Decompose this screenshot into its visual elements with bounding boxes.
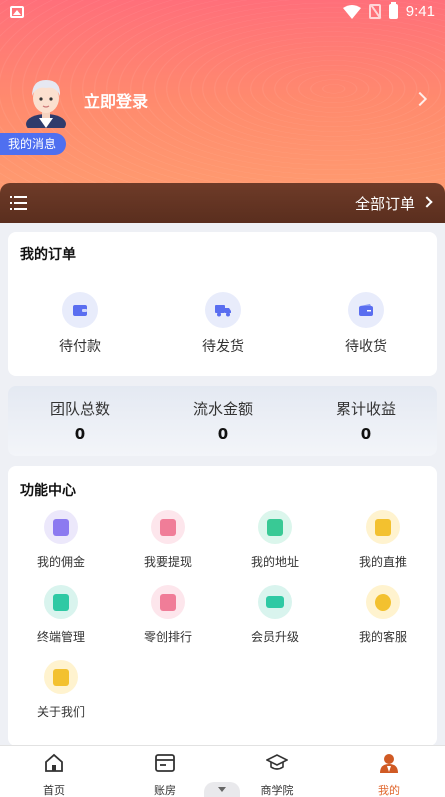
drawer-handle[interactable]: [204, 782, 240, 797]
chevron-right-icon[interactable]: [412, 91, 428, 107]
tab-label: 首页: [43, 784, 65, 797]
withdraw-icon: [160, 518, 176, 536]
func-referral[interactable]: 我的直推: [338, 510, 428, 570]
order-pending-payment[interactable]: 待付款: [40, 292, 120, 356]
func-label: 关于我们: [36, 705, 85, 719]
func-address[interactable]: 我的地址: [230, 510, 320, 570]
tab-label: 我的: [378, 784, 400, 797]
stat-turnover: 流水金额 0: [163, 398, 283, 443]
func-ranking[interactable]: 零创排行: [123, 585, 213, 645]
stat-team-total: 团队总数 0: [20, 398, 140, 443]
terminal-icon: [53, 593, 69, 611]
tab-label: 商学院: [260, 784, 294, 797]
all-orders-link[interactable]: 全部订单: [355, 193, 415, 214]
commission-icon: [53, 518, 69, 536]
func-commission[interactable]: 我的佣金: [16, 510, 106, 570]
stat-value: 0: [217, 425, 229, 443]
stat-label: 流水金额: [192, 400, 253, 418]
battery-icon: [388, 2, 398, 19]
stat-label: 累计收益: [335, 400, 396, 418]
function-center-title: 功能中心: [20, 483, 76, 499]
messages-badge[interactable]: 我的消息: [0, 133, 67, 155]
order-pending-receipt[interactable]: 待收货: [326, 292, 406, 356]
order-item-label: 待付款: [59, 339, 101, 355]
func-terminal[interactable]: 终端管理: [16, 585, 106, 645]
func-withdraw[interactable]: 我要提现: [123, 510, 213, 570]
func-label: 终端管理: [36, 630, 85, 644]
status-bar: 9:41: [0, 0, 445, 26]
order-item-label: 待发货: [202, 339, 244, 355]
tab-academy[interactable]: 商学院: [242, 752, 312, 797]
function-center-card: 功能中心 我的佣金 我要提现 我的地址 我的直推 终端管理 零创排行 会员升级 …: [8, 466, 437, 746]
func-label: 我要提现: [143, 555, 192, 569]
referral-icon: [375, 518, 391, 536]
card-icon: [266, 596, 284, 608]
func-label: 我的直推: [358, 555, 407, 569]
home-icon: [45, 753, 63, 772]
truck-icon: [215, 305, 231, 317]
func-upgrade[interactable]: 会员升级: [230, 585, 320, 645]
user-icon: [380, 754, 398, 773]
ledger-icon: [155, 754, 175, 772]
func-label: 零创排行: [143, 630, 192, 644]
my-orders-card: 我的订单 待付款 待发货 待收货: [8, 232, 437, 376]
image-notification-icon: [10, 6, 24, 18]
stat-label: 团队总数: [49, 400, 110, 418]
func-service[interactable]: 我的客服: [338, 585, 428, 645]
service-icon: [375, 593, 391, 611]
status-time: 9:41: [405, 3, 435, 20]
about-icon: [53, 668, 69, 686]
avatar[interactable]: [22, 74, 70, 128]
stats-card: 团队总数 0 流水金额 0 累计收益 0: [8, 386, 437, 456]
order-item-label: 待收货: [345, 339, 387, 355]
wallet-icon: [73, 305, 87, 316]
login-link[interactable]: 立即登录: [84, 88, 148, 112]
tab-label: 账房: [154, 784, 176, 797]
stat-value: 0: [74, 425, 86, 443]
no-sim-icon: [368, 4, 381, 19]
func-label: 我的佣金: [36, 555, 85, 569]
all-orders-bar[interactable]: 全部订单: [0, 183, 445, 223]
graduation-cap-icon: [265, 754, 289, 770]
stat-value: 0: [360, 425, 372, 443]
my-orders-title: 我的订单: [20, 247, 76, 263]
stat-total-earnings: 累计收益 0: [306, 398, 426, 443]
tab-ledger[interactable]: 账房: [130, 752, 200, 797]
chevron-right-icon: [421, 196, 433, 208]
func-label: 我的地址: [250, 555, 299, 569]
func-label: 我的客服: [358, 630, 407, 644]
ranking-icon: [160, 593, 176, 611]
func-label: 会员升级: [250, 630, 299, 644]
tab-mine[interactable]: 我的: [354, 752, 424, 797]
list-icon: [10, 196, 28, 210]
address-icon: [267, 518, 283, 536]
func-about[interactable]: 关于我们: [16, 660, 106, 720]
order-pending-shipment[interactable]: 待发货: [183, 292, 263, 356]
box-icon: [359, 304, 373, 316]
tab-home[interactable]: 首页: [19, 752, 89, 797]
wifi-icon: [342, 4, 361, 19]
